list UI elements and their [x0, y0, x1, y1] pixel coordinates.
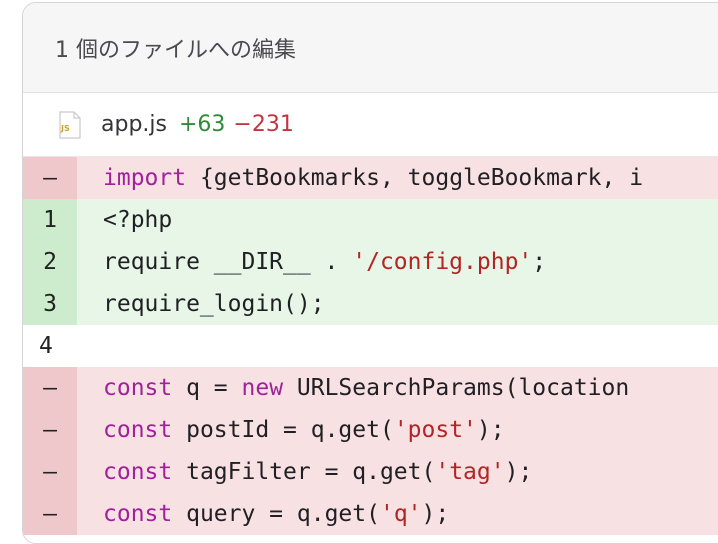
code-text: <?php	[103, 207, 173, 233]
edit-summary-title: 1 個のファイルへの編集	[55, 37, 296, 63]
code-text: require_login();	[103, 291, 325, 317]
code-text: q =	[172, 375, 242, 401]
added-line: 3 require_login();	[23, 283, 718, 325]
line-code: const tagFilter = q.get('tag');	[77, 451, 532, 493]
line-gutter: 3	[23, 283, 77, 325]
removed-count: −231	[233, 112, 294, 137]
line-gutter: –	[23, 493, 77, 535]
removed-line: – const postId = q.get('post');	[23, 409, 718, 451]
code-text: );	[421, 501, 450, 527]
code-string: '/config.php'	[352, 249, 533, 275]
line-gutter: –	[23, 367, 77, 409]
line-code	[77, 325, 103, 367]
added-line: 1 <?php	[23, 199, 718, 241]
removed-line: – const query = q.get('q');	[23, 493, 718, 535]
code-text: query = q.get(	[172, 501, 380, 527]
file-icon-label: JS	[61, 123, 70, 133]
code-string: 'tag'	[435, 459, 505, 485]
code-keyword: const	[103, 375, 173, 401]
file-bar[interactable]: JS app.js +63 −231	[23, 93, 718, 157]
code-text: );	[504, 459, 533, 485]
code-keyword: const	[103, 501, 173, 527]
code-text: {getBookmarks, toggleBookmark, i	[186, 165, 644, 191]
javascript-file-icon: JS	[59, 110, 81, 139]
code-keyword: new	[241, 375, 284, 401]
code-text: );	[476, 417, 505, 443]
panel-header: 1 個のファイルへの編集	[23, 3, 718, 93]
removed-line: – const q = new URLSearchParams(location	[23, 367, 718, 409]
line-gutter: –	[23, 409, 77, 451]
line-code: const query = q.get('q');	[77, 493, 449, 535]
line-gutter: 4	[23, 325, 77, 367]
code-string: 'q'	[379, 501, 422, 527]
line-code: const q = new URLSearchParams(location	[77, 367, 629, 409]
code-text: ;	[532, 249, 547, 275]
line-code: require __DIR__ . '/config.php';	[77, 241, 546, 283]
code-keyword: const	[103, 417, 173, 443]
diff-lines: – import {getBookmarks, toggleBookmark, i…	[23, 157, 718, 535]
code-text: postId = q.get(	[172, 417, 394, 443]
added-line: 2 require __DIR__ . '/config.php';	[23, 241, 718, 283]
code-text: URLSearchParams(location	[283, 375, 630, 401]
removed-line: – import {getBookmarks, toggleBookmark, i	[23, 157, 718, 199]
code-text: require __DIR__ .	[103, 249, 353, 275]
code-keyword: const	[103, 459, 173, 485]
line-code: const postId = q.get('post');	[77, 409, 505, 451]
code-keyword: import	[103, 165, 187, 191]
line-gutter: –	[23, 451, 77, 493]
line-gutter: 1	[23, 199, 77, 241]
removed-line: – const tagFilter = q.get('tag');	[23, 451, 718, 493]
added-count: +63	[178, 112, 226, 137]
line-code: <?php	[77, 199, 172, 241]
line-code: require_login();	[77, 283, 325, 325]
line-gutter: –	[23, 157, 77, 199]
line-gutter: 2	[23, 241, 77, 283]
line-code: import {getBookmarks, toggleBookmark, i	[77, 157, 643, 199]
context-line: 4	[23, 325, 718, 367]
code-text: tagFilter = q.get(	[172, 459, 436, 485]
file-name[interactable]: app.js	[101, 112, 167, 137]
code-string: 'post'	[393, 417, 477, 443]
diff-panel: 1 個のファイルへの編集 JS app.js +63 −231 – import …	[22, 2, 718, 544]
